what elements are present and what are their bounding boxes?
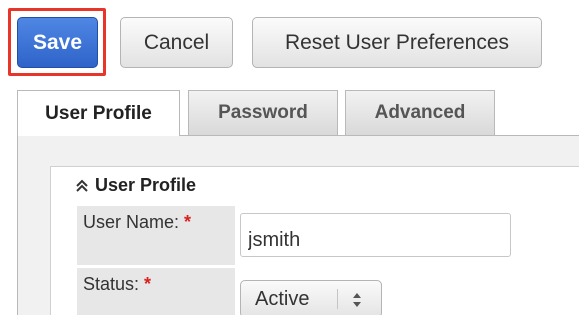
section-header-user-profile[interactable]: User Profile <box>75 175 196 196</box>
required-indicator: * <box>144 274 152 294</box>
user-profile-section: User Profile User Name:* Status:* Active <box>50 166 579 315</box>
select-divider <box>337 289 338 309</box>
reset-user-preferences-button[interactable]: Reset User Preferences <box>252 17 542 68</box>
user-profile-edit-view: Save Cancel Reset User Preferences User … <box>0 0 579 315</box>
user-name-field[interactable] <box>240 213 511 257</box>
status-selected-value: Active <box>255 288 310 310</box>
status-select[interactable]: Active <box>240 280 382 315</box>
cancel-button[interactable]: Cancel <box>120 17 233 68</box>
user-name-label: User Name: <box>83 212 180 232</box>
select-arrows-icon <box>353 293 361 307</box>
user-name-label-cell: User Name: * <box>77 206 235 265</box>
status-label: Status: <box>83 274 140 294</box>
tab-user-profile[interactable]: User Profile <box>17 90 180 136</box>
required-indicator: * <box>184 212 192 232</box>
double-chevron-up-icon <box>76 179 88 192</box>
section-title: User Profile <box>95 175 197 195</box>
tab-password[interactable]: Password <box>188 90 338 135</box>
status-label-cell: Status: * <box>77 268 235 315</box>
save-button[interactable]: Save <box>17 17 98 68</box>
tab-advanced[interactable]: Advanced <box>345 90 495 135</box>
